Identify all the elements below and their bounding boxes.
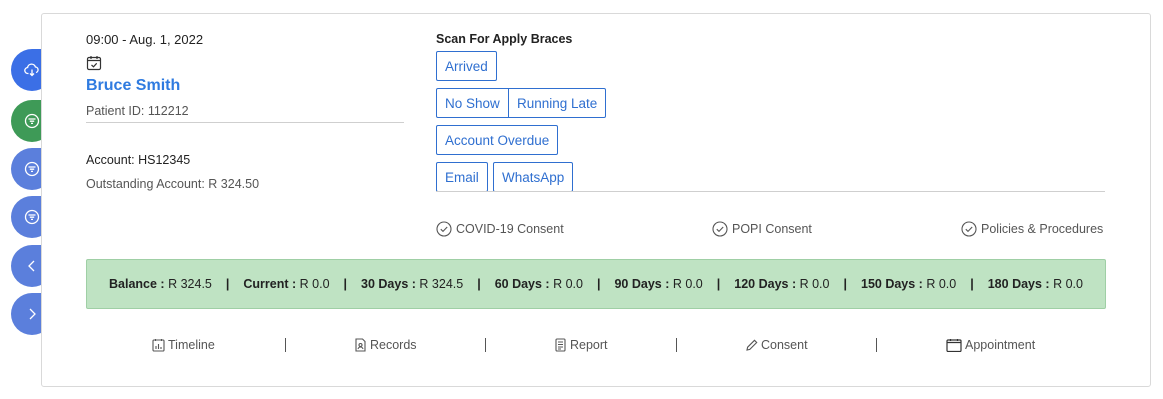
popi-consent-label: POPI Consent [732,222,812,236]
nav-report[interactable]: Report [554,338,608,352]
chevron-right-icon [29,308,36,320]
d150-value: R 0.0 [926,277,957,291]
nav-timeline-label: Timeline [168,338,215,352]
balance-30-days: 30 Days : R 324.5 [361,277,463,291]
nav-report-label: Report [570,338,608,352]
nav-records-label: Records [370,338,417,352]
popi-consent[interactable]: POPI Consent [712,221,812,237]
appointment-card [41,13,1151,387]
nav-appointment-label: Appointment [965,338,1036,352]
current-value: R 0.0 [299,277,330,291]
balance-180-days: 180 Days : R 0.0 [988,277,1083,291]
timeline-icon [152,339,165,352]
d30-value: R 324.5 [419,277,464,291]
d120-label: 120 Days : [734,277,797,291]
balance-60-days: 60 Days : R 0.0 [495,277,583,291]
separator: | [843,277,848,291]
d60-value: R 0.0 [553,277,583,291]
appointment-time: 09:00 - Aug. 1, 2022 [86,32,204,47]
balance-120-days: 120 Days : R 0.0 [734,277,829,291]
nav-records[interactable]: Records [354,338,417,352]
policies-consent[interactable]: Policies & Procedures [961,221,1103,237]
pencil-icon [746,339,758,351]
scan-title: Scan For Apply Braces [436,32,573,46]
divider [436,191,1105,192]
separator: | [596,277,601,291]
account-number: Account: HS12345 [86,153,191,167]
covid-consent-label: COVID-19 Consent [456,222,564,236]
outstanding-account: Outstanding Account: R 324.50 [86,177,260,191]
filter-icon [24,161,40,177]
check-circle-icon [961,221,977,237]
balance-summary-bar: Balance : R 324.5 | Current : R 0.0 | 30… [86,259,1106,309]
cloud-download-icon [24,63,39,77]
nav-separator [485,338,486,352]
d90-label: 90 Days : [614,277,670,291]
separator: | [343,277,348,291]
policies-consent-label: Policies & Procedures [981,222,1104,236]
balance-label: Balance : [109,277,165,291]
balance-150-days: 150 Days : R 0.0 [861,277,956,291]
nav-separator [876,338,877,352]
balance-total: Balance : R 324.5 [109,277,212,291]
filter-icon [24,113,40,129]
d180-value: R 0.0 [1053,277,1083,291]
calendar-icon [946,339,962,352]
chevron-left-icon [28,260,35,272]
balance-current: Current : R 0.0 [243,277,329,291]
d30-label: 30 Days : [361,277,416,291]
balance-90-days: 90 Days : R 0.0 [614,277,702,291]
nav-appointment[interactable]: Appointment [946,338,1035,352]
d180-label: 180 Days : [987,277,1050,291]
divider [86,122,404,123]
nav-timeline[interactable]: Timeline [152,338,215,352]
current-label: Current : [243,277,297,291]
patient-id: Patient ID: 112212 [86,104,189,118]
no-show-button[interactable]: No Show [436,88,509,118]
whatsapp-button[interactable]: WhatsApp [493,162,574,192]
report-icon [555,338,566,352]
separator: | [477,277,481,291]
nav-consent-label: Consent [761,338,808,352]
covid-consent[interactable]: COVID-19 Consent [436,221,564,237]
d60-label: 60 Days : [494,277,550,291]
d120-value: R 0.0 [799,277,830,291]
patient-name-link[interactable]: Bruce Smith [86,77,180,95]
d90-value: R 0.0 [672,277,703,291]
records-icon [355,338,366,352]
account-overdue-button[interactable]: Account Overdue [436,125,559,155]
nav-separator [676,338,677,352]
check-circle-icon [436,221,452,237]
arrived-button[interactable]: Arrived [436,51,497,81]
filter-icon [24,209,40,225]
email-button[interactable]: Email [436,162,488,192]
d150-label: 150 Days : [861,277,923,291]
nav-consent[interactable]: Consent [745,338,808,352]
separator: | [225,277,230,291]
balance-value: R 324.5 [168,277,212,291]
nav-separator [285,338,286,352]
running-late-button[interactable]: Running Late [509,88,607,118]
separator: | [716,277,721,291]
check-circle-icon [712,221,728,237]
separator: | [970,277,974,291]
calendar-check-icon[interactable] [86,55,102,71]
